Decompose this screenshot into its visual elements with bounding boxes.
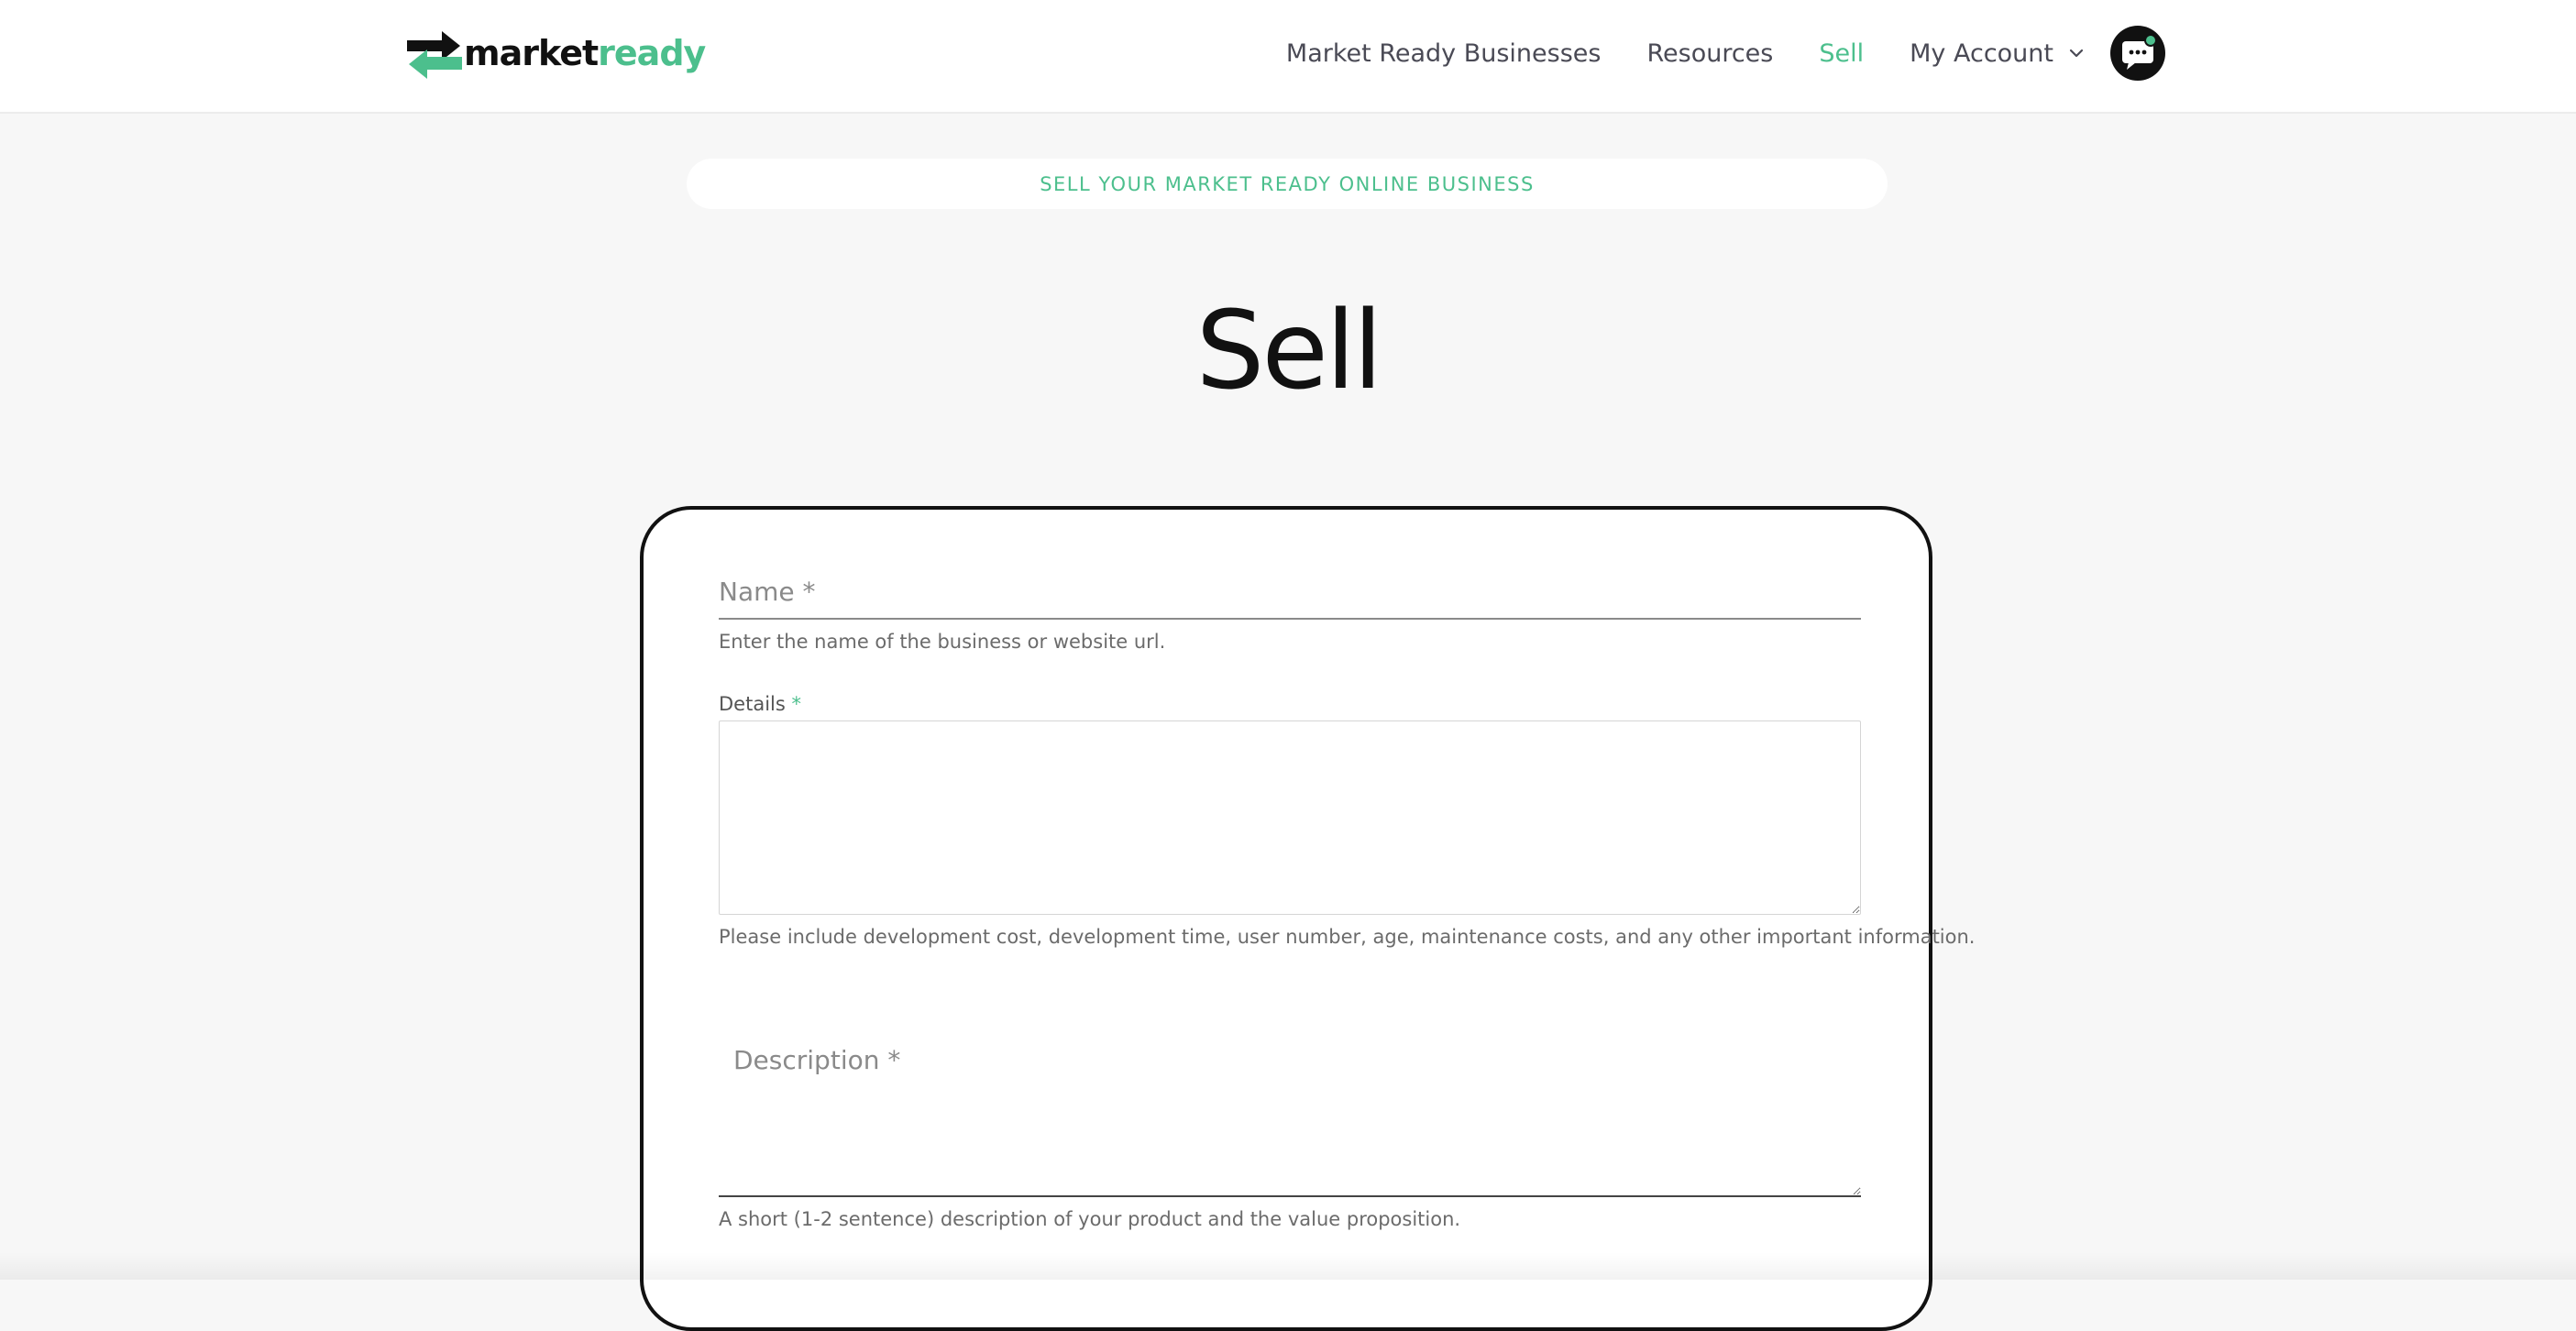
chat-button[interactable]: [2110, 26, 2165, 81]
name-input[interactable]: [719, 565, 1861, 620]
details-label: Details *: [719, 693, 802, 715]
sell-form: Enter the name of the business or websit…: [640, 506, 1976, 1331]
details-field-group: Details * Please include development cos…: [719, 693, 1976, 948]
site-logo[interactable]: marketready: [407, 26, 706, 81]
description-field-group: A short (1-2 sentence) description of yo…: [719, 1023, 1861, 1230]
my-account-label: My Account: [1910, 38, 2053, 68]
site-header: marketready Market Ready Businesses Reso…: [0, 0, 2576, 114]
nav-resources[interactable]: Resources: [1646, 39, 1773, 68]
nav-sell[interactable]: Sell: [1819, 39, 1864, 68]
details-help-text: Please include development cost, develop…: [719, 926, 1976, 948]
required-mark: *: [791, 693, 802, 715]
main-nav: Market Ready Businesses Resources Sell M…: [1286, 24, 2165, 82]
details-textarea[interactable]: [719, 720, 1861, 915]
name-help-text: Enter the name of the business or websit…: [719, 631, 1166, 653]
description-textarea[interactable]: [719, 1023, 1861, 1197]
logo-arrows-icon: [407, 31, 462, 79]
page-eyebrow: SELL YOUR MARKET READY ONLINE BUSINESS: [687, 159, 1888, 209]
logo-wordmark: marketready: [464, 33, 706, 73]
nav-market-ready-businesses[interactable]: Market Ready Businesses: [1286, 39, 1602, 68]
description-help-text: A short (1-2 sentence) description of yo…: [719, 1208, 1461, 1230]
page-title: Sell: [1195, 287, 1382, 413]
my-account-menu[interactable]: My Account: [1910, 39, 2086, 68]
name-field-group: Enter the name of the business or websit…: [719, 565, 1861, 653]
chevron-down-icon: [2069, 49, 2084, 58]
chat-icon: [2122, 34, 2157, 70]
